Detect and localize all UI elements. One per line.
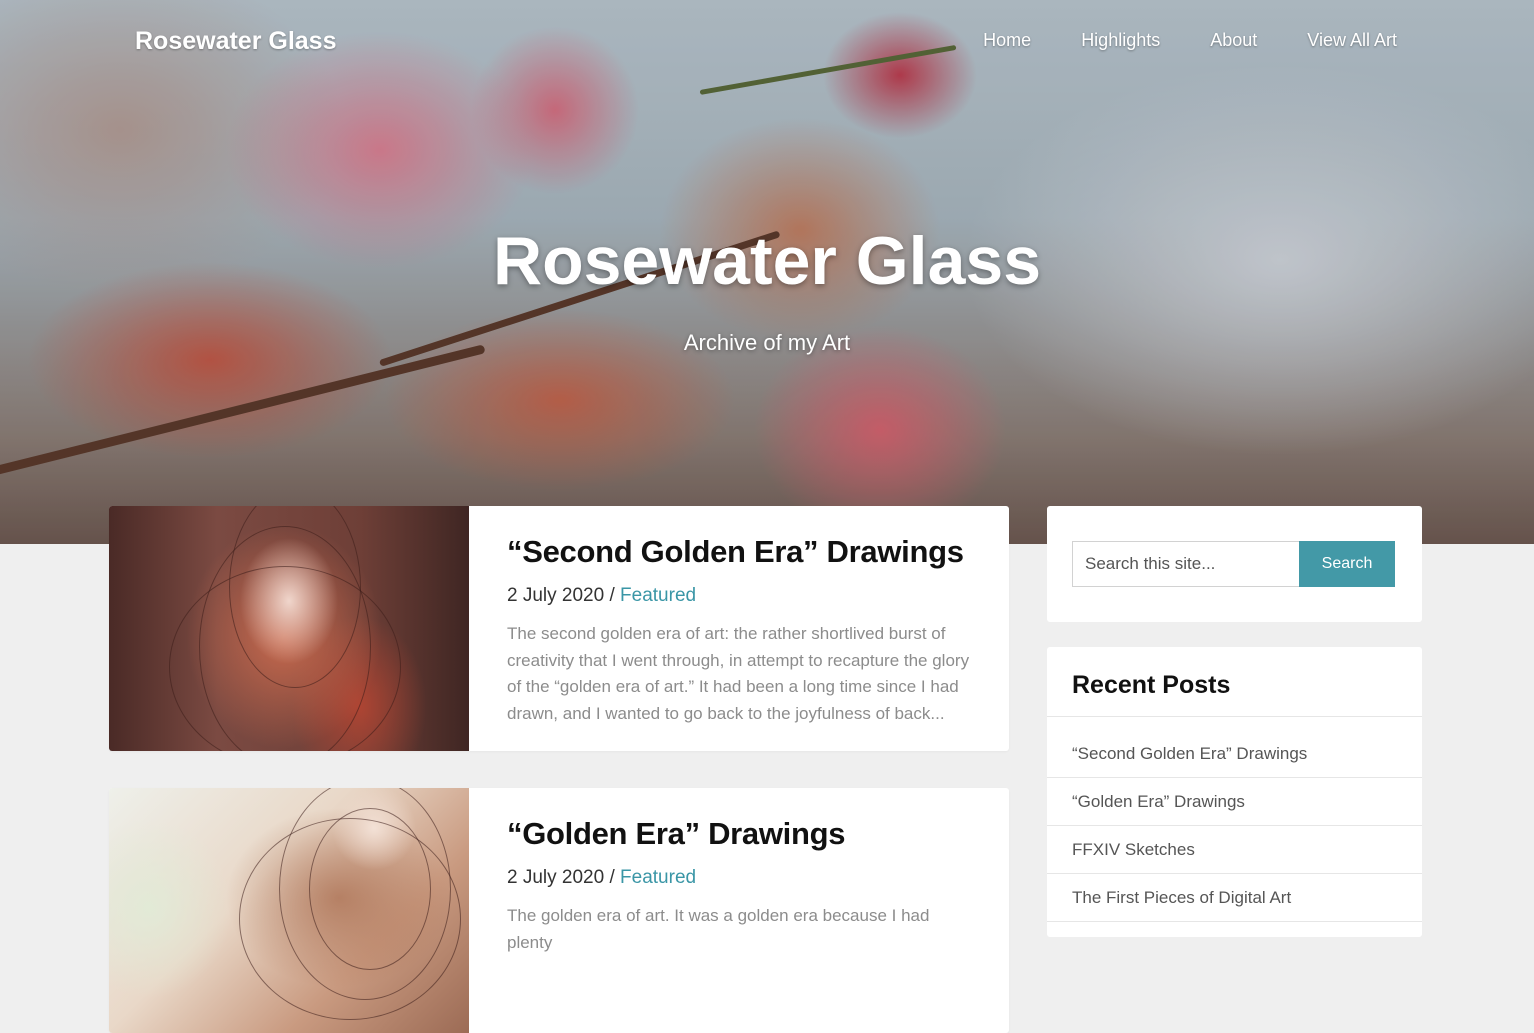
post-category-link[interactable]: Featured xyxy=(620,585,696,606)
meta-separator: / xyxy=(604,585,621,606)
hero-title: Rosewater Glass xyxy=(492,223,1042,299)
post-body: “Second Golden Era” Drawings 2 July 2020… xyxy=(507,534,977,744)
hero-subtitle: Archive of my Art xyxy=(683,330,851,355)
post-thumbnail[interactable] xyxy=(109,788,469,1033)
recent-posts-list: “Second Golden Era” Drawings “Golden Era… xyxy=(1047,717,1422,922)
post-date: 2 July 2020 xyxy=(507,867,605,888)
hero-banner: Rosewater Glass Home Highlights About Vi… xyxy=(0,0,1534,544)
post-title-link[interactable]: “Golden Era” Drawings xyxy=(507,816,846,851)
post-card: “Second Golden Era” Drawings 2 July 2020… xyxy=(109,506,1009,751)
search-input[interactable] xyxy=(1072,541,1299,587)
post-card: “Golden Era” Drawings 2 July 2020 / Feat… xyxy=(109,788,1009,1033)
recent-posts-widget: Recent Posts “Second Golden Era” Drawing… xyxy=(1047,647,1422,937)
post-excerpt: The second golden era of art: the rather… xyxy=(507,624,970,723)
post-meta: 2 July 2020 / Featured xyxy=(507,867,977,889)
recent-post-link[interactable]: The First Pieces of Digital Art xyxy=(1072,888,1291,907)
meta-separator: / xyxy=(604,867,621,888)
list-item: “Second Golden Era” Drawings xyxy=(1047,717,1422,778)
recent-posts-title: Recent Posts xyxy=(1047,647,1422,717)
post-title: “Second Golden Era” Drawings xyxy=(507,534,977,570)
post-body: “Golden Era” Drawings 2 July 2020 / Feat… xyxy=(507,816,977,973)
recent-post-link[interactable]: FFXIV Sketches xyxy=(1072,840,1195,859)
nav-item-home[interactable]: Home xyxy=(983,30,1031,51)
list-item: FFXIV Sketches xyxy=(1047,826,1422,874)
search-widget: Search xyxy=(1047,506,1422,622)
recent-post-link[interactable]: “Second Golden Era” Drawings xyxy=(1072,744,1307,763)
recent-post-link[interactable]: “Golden Era” Drawings xyxy=(1072,792,1245,811)
post-date: 2 July 2020 xyxy=(507,585,605,606)
post-category-link[interactable]: Featured xyxy=(620,867,696,888)
list-item: The First Pieces of Digital Art xyxy=(1047,874,1422,922)
hair-stroke-decoration xyxy=(169,566,401,751)
post-title-link[interactable]: “Second Golden Era” Drawings xyxy=(507,534,964,569)
nav-item-about[interactable]: About xyxy=(1210,30,1257,51)
hair-stroke-decoration xyxy=(309,808,431,970)
main-nav: Home Highlights About View All Art xyxy=(983,30,1397,51)
list-item: “Golden Era” Drawings xyxy=(1047,778,1422,826)
post-thumbnail[interactable] xyxy=(109,506,469,751)
search-button[interactable]: Search xyxy=(1299,541,1395,587)
site-title-link[interactable]: Rosewater Glass xyxy=(135,27,337,56)
post-meta: 2 July 2020 / Featured xyxy=(507,585,977,607)
nav-item-highlights[interactable]: Highlights xyxy=(1081,30,1160,51)
post-title: “Golden Era” Drawings xyxy=(507,816,977,852)
nav-item-view-all-art[interactable]: View All Art xyxy=(1307,30,1397,51)
